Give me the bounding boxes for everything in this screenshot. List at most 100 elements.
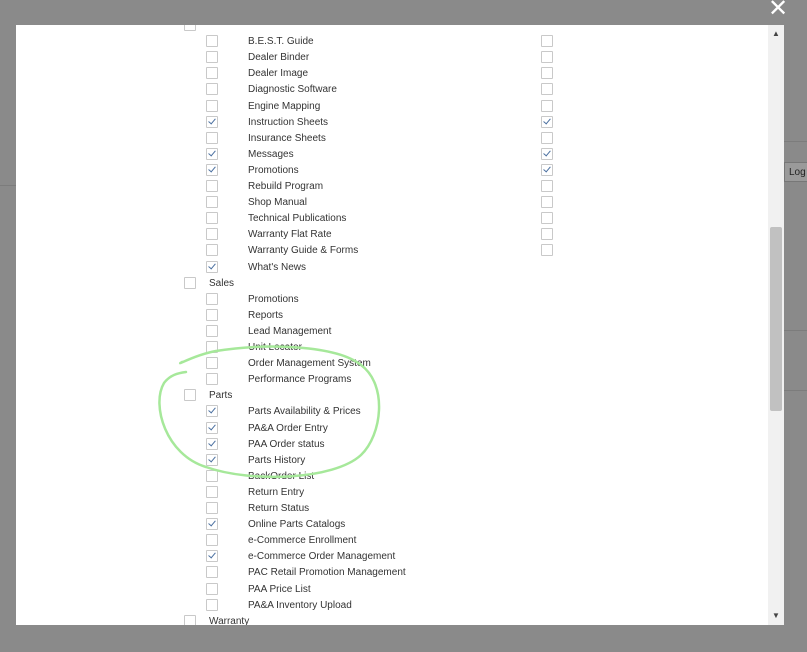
- secondary-permission-checkbox[interactable]: [541, 228, 553, 240]
- permission-label: Technical Publications: [248, 213, 347, 224]
- permission-label: Return Status: [248, 503, 310, 514]
- permission-label: Insurance Sheets: [248, 133, 326, 144]
- permission-row: PAA Price List: [16, 582, 768, 598]
- permission-checkbox[interactable]: [206, 550, 218, 562]
- permission-checkbox[interactable]: [206, 212, 218, 224]
- permissions-list: B.E.S.T. Guide Dealer Binder Dealer Image D…: [16, 25, 768, 625]
- permission-checkbox[interactable]: [206, 132, 218, 144]
- secondary-permission-checkbox[interactable]: [541, 51, 553, 63]
- permission-label: Performance Programs: [248, 374, 352, 385]
- secondary-permission-checkbox[interactable]: [541, 67, 553, 79]
- permission-row: Online Parts Catalogs: [16, 517, 768, 533]
- permission-checkbox[interactable]: [206, 228, 218, 240]
- permission-checkbox[interactable]: [206, 51, 218, 63]
- permission-row: Messages: [16, 147, 768, 163]
- permission-checkbox[interactable]: [206, 261, 218, 273]
- permission-label: BackOrder List: [248, 471, 315, 482]
- permission-row: Performance Programs: [16, 372, 768, 388]
- permission-row: Technical Publications: [16, 211, 768, 227]
- permission-label: PAA Order status: [248, 439, 325, 450]
- scrollbar-thumb[interactable]: [770, 227, 782, 411]
- permission-row: PA&A Inventory Upload: [16, 598, 768, 614]
- category-checkbox[interactable]: [184, 25, 196, 31]
- permission-checkbox[interactable]: [206, 502, 218, 514]
- permission-label: Reports: [248, 310, 284, 321]
- permission-checkbox[interactable]: [206, 180, 218, 192]
- backdrop-divider-left: [0, 185, 16, 186]
- close-icon[interactable]: ✕: [766, 0, 790, 20]
- permission-checkbox[interactable]: [206, 566, 218, 578]
- permission-label: What's News: [248, 262, 307, 273]
- permission-label: B.E.S.T. Guide: [248, 36, 314, 47]
- permission-label: e-Commerce Enrollment: [248, 535, 357, 546]
- permission-checkbox[interactable]: [206, 309, 218, 321]
- permission-checkbox[interactable]: [206, 438, 218, 450]
- permission-checkbox[interactable]: [206, 599, 218, 611]
- secondary-permission-checkbox[interactable]: [541, 100, 553, 112]
- permission-row: What's News: [16, 260, 768, 276]
- category-checkbox[interactable]: [184, 615, 196, 625]
- permission-label: PA&A Inventory Upload: [248, 600, 352, 611]
- permission-checkbox[interactable]: [206, 100, 218, 112]
- permission-row: Return Status: [16, 501, 768, 517]
- permission-label: Shop Manual: [248, 197, 307, 208]
- permission-row: Engine Mapping: [16, 99, 768, 115]
- secondary-permission-checkbox[interactable]: [541, 132, 553, 144]
- permission-label: PA&A Order Entry: [248, 423, 328, 434]
- permission-row: BackOrder List: [16, 469, 768, 485]
- category-checkbox[interactable]: [184, 277, 196, 289]
- permission-row: PAA Order status: [16, 437, 768, 453]
- permission-label: Warranty Flat Rate: [248, 229, 332, 240]
- vertical-scrollbar[interactable]: ▲ ▼: [768, 25, 784, 625]
- permission-checkbox[interactable]: [206, 35, 218, 47]
- secondary-permission-checkbox[interactable]: [541, 180, 553, 192]
- permission-row: Shop Manual: [16, 195, 768, 211]
- permission-checkbox[interactable]: [206, 486, 218, 498]
- permission-row: Warranty Guide & Forms: [16, 243, 768, 259]
- permission-checkbox[interactable]: [206, 405, 218, 417]
- permission-checkbox[interactable]: [206, 148, 218, 160]
- permission-label: Lead Management: [248, 326, 332, 337]
- permission-row: Promotions: [16, 163, 768, 179]
- permission-checkbox[interactable]: [206, 83, 218, 95]
- secondary-permission-checkbox[interactable]: [541, 83, 553, 95]
- permission-label: Engine Mapping: [248, 101, 321, 112]
- permission-row: Unit Locator: [16, 340, 768, 356]
- permission-checkbox[interactable]: [206, 422, 218, 434]
- category-checkbox[interactable]: [184, 389, 196, 401]
- permission-checkbox[interactable]: [206, 164, 218, 176]
- permission-checkbox[interactable]: [206, 293, 218, 305]
- permission-checkbox[interactable]: [206, 357, 218, 369]
- permission-checkbox[interactable]: [206, 470, 218, 482]
- scroll-down-arrow-icon[interactable]: ▼: [768, 608, 784, 624]
- secondary-permission-checkbox[interactable]: [541, 244, 553, 256]
- permission-checkbox[interactable]: [206, 325, 218, 337]
- permission-checkbox[interactable]: [206, 116, 218, 128]
- secondary-permission-checkbox[interactable]: [541, 164, 553, 176]
- permission-row: e-Commerce Order Management: [16, 549, 768, 565]
- category-row: Warranty: [16, 614, 768, 625]
- secondary-permission-checkbox[interactable]: [541, 148, 553, 160]
- permission-checkbox[interactable]: [206, 518, 218, 530]
- secondary-permission-checkbox[interactable]: [541, 116, 553, 128]
- permission-label: Parts Availability & Prices: [248, 406, 361, 417]
- permission-label: Online Parts Catalogs: [248, 519, 346, 530]
- permission-checkbox[interactable]: [206, 67, 218, 79]
- permission-checkbox[interactable]: [206, 454, 218, 466]
- permission-checkbox[interactable]: [206, 341, 218, 353]
- backdrop-log-tab[interactable]: Log: [784, 162, 807, 182]
- permission-checkbox[interactable]: [206, 244, 218, 256]
- secondary-permission-checkbox[interactable]: [541, 196, 553, 208]
- permission-checkbox[interactable]: [206, 583, 218, 595]
- permission-checkbox[interactable]: [206, 373, 218, 385]
- permission-row: Warranty Flat Rate: [16, 227, 768, 243]
- permission-checkbox[interactable]: [206, 534, 218, 546]
- secondary-permission-checkbox[interactable]: [541, 35, 553, 47]
- permission-row: Diagnostic Software: [16, 82, 768, 98]
- scroll-up-arrow-icon[interactable]: ▲: [768, 26, 784, 42]
- category-row: Parts: [16, 388, 768, 404]
- secondary-permission-checkbox[interactable]: [541, 212, 553, 224]
- permission-label: PAA Price List: [248, 584, 311, 595]
- permission-checkbox[interactable]: [206, 196, 218, 208]
- permission-label: Parts History: [248, 455, 306, 466]
